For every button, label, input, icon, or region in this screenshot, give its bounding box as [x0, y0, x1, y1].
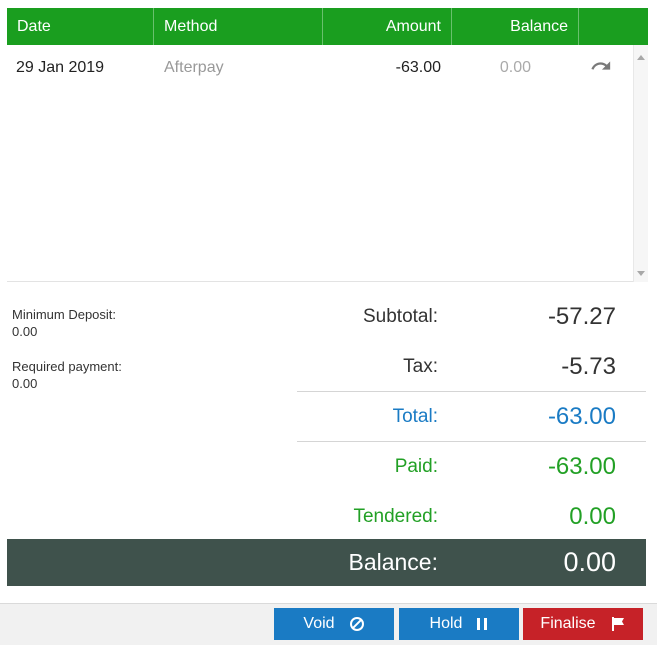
payments-table: Date Method Amount Balance 29 Jan 2019 A… — [7, 8, 648, 282]
total-label: Total: — [392, 406, 438, 427]
payment-balance: 0.00 — [499, 59, 531, 76]
required-payment-value: 0.00 — [12, 376, 38, 391]
payment-method: Afterpay — [164, 59, 224, 76]
undo-icon[interactable] — [590, 55, 616, 81]
column-header-action — [579, 8, 648, 45]
payment-amount: -63.00 — [395, 59, 441, 76]
tax-value: -5.73 — [561, 353, 616, 380]
table-row: 29 Jan 2019 Afterpay -63.00 0.00 — [7, 45, 633, 91]
tendered-row: Tendered: 0.00 — [297, 492, 646, 542]
subtotal-row: Subtotal: -57.27 — [297, 292, 646, 342]
table-scrollbar[interactable] — [633, 45, 648, 282]
subtotal-label: Subtotal: — [363, 306, 438, 327]
tax-label: Tax: — [403, 356, 438, 377]
balance-label: Balance: — [348, 549, 438, 575]
void-button-label: Void — [303, 615, 335, 632]
column-header-method: Method — [154, 8, 323, 45]
hold-button[interactable]: Hold — [399, 608, 519, 640]
deposit-info: Minimum Deposit: 0.00 Required payment: … — [12, 306, 122, 410]
total-value: -63.00 — [547, 403, 616, 430]
balance-value: 0.00 — [563, 547, 616, 577]
finalise-button[interactable]: Finalise — [523, 608, 643, 640]
scroll-down-arrow-icon[interactable] — [637, 271, 645, 276]
ban-icon — [349, 616, 365, 632]
total-row: Total: -63.00 — [297, 392, 646, 442]
hold-button-label: Hold — [429, 615, 463, 632]
finalise-button-label: Finalise — [540, 615, 596, 632]
balance-bar: Balance: 0.00 — [7, 539, 646, 586]
paid-label: Paid: — [394, 456, 438, 477]
totals-summary: Subtotal: -57.27 Tax: -5.73 Total: -63.0… — [297, 292, 646, 542]
action-footer: Void Hold Finalise — [0, 603, 657, 645]
payment-date: 29 Jan 2019 — [16, 59, 105, 76]
column-header-balance: Balance — [452, 8, 579, 45]
minimum-deposit-label: Minimum Deposit: — [12, 307, 117, 322]
paid-row: Paid: -63.00 — [297, 442, 646, 492]
table-header: Date Method Amount Balance — [7, 8, 648, 45]
pause-icon — [476, 617, 488, 631]
minimum-deposit-value: 0.00 — [12, 324, 38, 339]
void-button[interactable]: Void — [274, 608, 394, 640]
column-header-amount: Amount — [323, 8, 452, 45]
paid-value: -63.00 — [547, 453, 616, 480]
scroll-up-arrow-icon[interactable] — [637, 55, 645, 60]
column-header-date: Date — [7, 8, 154, 45]
subtotal-value: -57.27 — [547, 303, 616, 330]
table-body: 29 Jan 2019 Afterpay -63.00 0.00 — [7, 45, 633, 282]
tendered-label: Tendered: — [353, 506, 438, 527]
required-payment-label: Required payment: — [12, 359, 122, 374]
flag-icon — [610, 616, 626, 632]
tendered-value: 0.00 — [569, 503, 616, 530]
tax-row: Tax: -5.73 — [297, 342, 646, 392]
